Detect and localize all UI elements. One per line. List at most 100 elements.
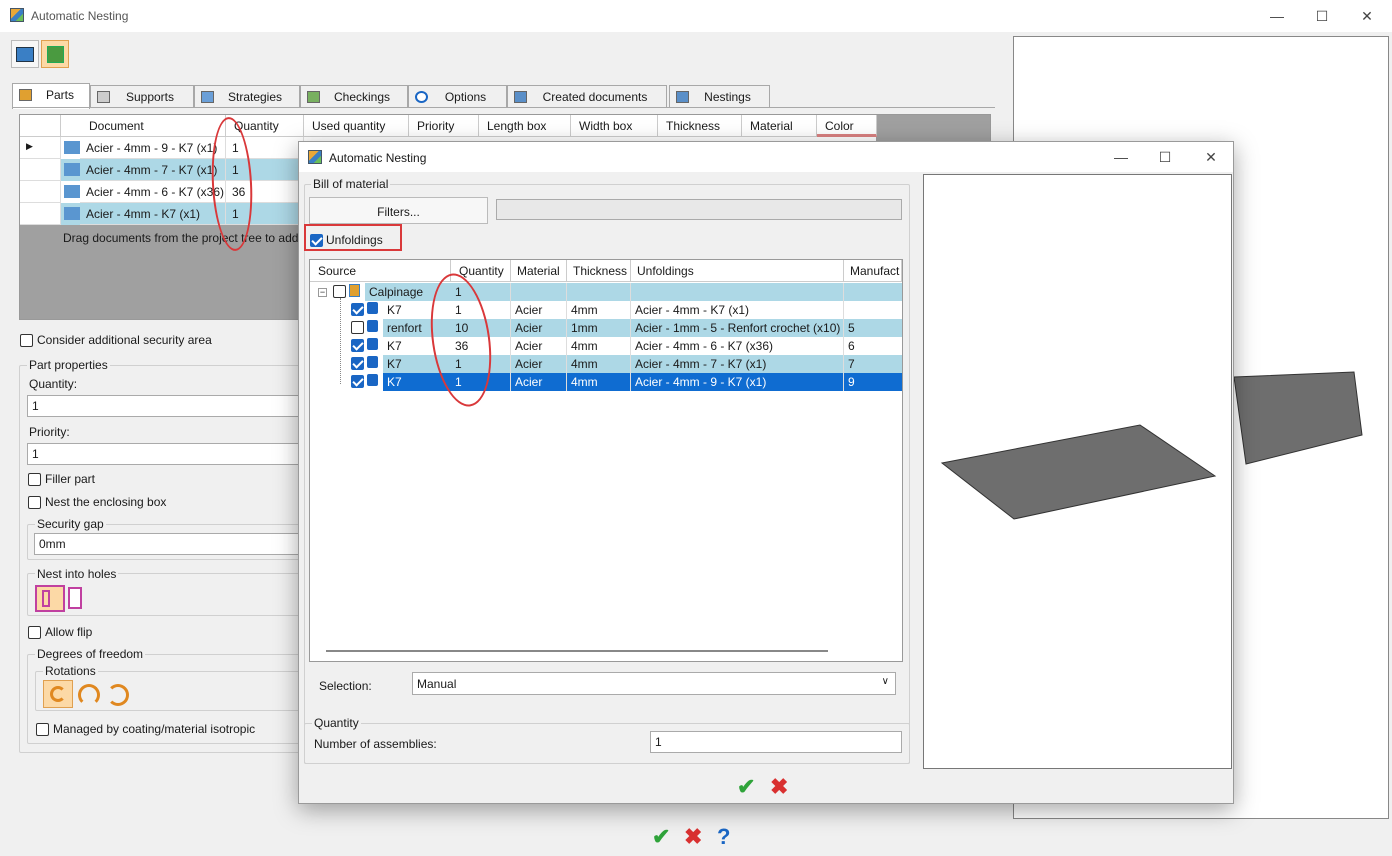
bom-thickness-cell: 4mm [571,303,598,317]
allow-flip-checkbox[interactable] [28,626,41,639]
drag-hint: Drag documents from the project tree to … [63,231,299,245]
bom-material-cell: Acier [515,375,543,389]
refresh-button[interactable] [41,40,69,68]
security-area-checkbox[interactable] [20,334,33,347]
enclosing-box-checkbox[interactable] [28,496,41,509]
nestings-icon [676,91,689,103]
dialog-close-button[interactable]: ✕ [1200,146,1222,168]
isotropic-checkbox[interactable] [36,723,49,736]
bom-col-manufact[interactable]: Manufact [844,260,902,282]
bom-checkbox[interactable] [351,375,364,388]
supports-icon [97,91,110,103]
tab-supports[interactable]: Supports [90,85,194,108]
nest-holes-on-button[interactable] [35,585,65,612]
bom-table[interactable]: Source Quantity Material Thickness Unfol… [309,259,903,662]
bom-unfoldings-cell: Acier - 4mm - 9 - K7 (x1) [635,375,767,389]
rotation-none-button[interactable] [107,684,129,706]
bom-manufact-cell: 6 [848,339,855,353]
tab-parts[interactable]: Parts [12,83,90,109]
horizontal-scrollbar[interactable] [326,650,828,652]
dialog-maximize-button[interactable]: ☐ [1154,146,1176,168]
help-button[interactable]: ? [717,824,730,850]
minimize-button[interactable]: — [1266,5,1288,27]
dialog-ok-button[interactable]: ✔ [737,774,755,800]
part-icon [367,320,378,332]
col-thickness[interactable]: Thickness [658,115,742,137]
security-area-label: Consider additional security area [37,333,212,347]
bom-unfoldings-cell: Acier - 1mm - 5 - Renfort crochet (x10) [635,321,841,335]
filters-button[interactable]: Filters... [309,197,488,224]
tab-supports-label: Supports [125,90,175,104]
dialog-minimize-button[interactable]: — [1110,146,1132,168]
add-parts-button[interactable] [11,40,39,68]
bom-col-unfoldings[interactable]: Unfoldings [631,260,844,282]
rotation-90-button[interactable] [78,684,100,706]
document-cell: Acier - 4mm - K7 (x1) [80,203,226,225]
row-header [20,203,61,225]
add-parts-icon [16,47,34,62]
tab-strategies[interactable]: Strategies [194,85,300,108]
security-gap-field[interactable]: 0mm [34,533,302,555]
bom-title: Bill of material [311,177,391,191]
quantity-group-title: Quantity [312,716,361,730]
tab-created-documents[interactable]: Created documents [507,85,667,108]
col-width-box[interactable]: Width box [571,115,658,137]
col-length-box[interactable]: Length box [479,115,571,137]
assemblies-field[interactable]: 1 [650,731,902,753]
gear-icon [415,91,428,103]
app-icon [10,8,24,22]
document-cell: Acier - 4mm - 7 - K7 (x1) [80,159,226,181]
main-window-title: Automatic Nesting [31,9,129,23]
col-separator [566,283,567,391]
tab-options[interactable]: Options [408,85,507,108]
selection-value: Manual [417,677,457,691]
rotation-free-button[interactable] [43,680,73,708]
dof-title: Degrees of freedom [35,647,146,661]
document-cell: Acier - 4mm - 9 - K7 (x1) [80,137,226,159]
tab-checkings[interactable]: Checkings [300,85,408,108]
unfoldings-checkbox[interactable] [310,234,323,247]
part-icon [64,207,80,220]
chevron-down-icon: ∨ [881,676,889,687]
part-icon [367,356,378,368]
col-document[interactable]: Document [61,115,226,137]
bom-col-thickness[interactable]: Thickness [567,260,631,282]
col-priority[interactable]: Priority [409,115,479,137]
tab-options-label: Options [444,90,487,104]
nest-holes-off-button[interactable] [68,587,82,609]
bom-checkbox[interactable] [351,357,364,370]
part-icon [367,374,378,386]
main-cancel-button[interactable]: ✖ [684,824,702,850]
main-ok-button[interactable]: ✔ [652,824,670,850]
bom-checkbox[interactable] [351,339,364,352]
filler-part-label: Filler part [45,472,96,486]
bom-col-source[interactable]: Source [310,260,451,282]
selection-label: Selection: [319,679,372,693]
bom-checkbox[interactable] [333,285,346,298]
maximize-button[interactable]: ☐ [1311,5,1333,27]
bom-material-cell: Acier [515,303,543,317]
dialog-cancel-button[interactable]: ✖ [770,774,788,800]
bom-checkbox[interactable] [351,321,364,334]
tab-nestings[interactable]: Nestings [669,85,770,108]
col-separator [510,283,511,391]
part-properties-title: Part properties [27,358,110,372]
rotate-icon [50,686,66,702]
bom-manufact-cell: 5 [848,321,855,335]
quantity-label: Quantity: [29,377,78,391]
dialog-titlebar [299,142,1233,172]
parts-icon [19,89,32,101]
priority-field[interactable]: 1 [27,443,302,465]
filler-part-checkbox[interactable] [28,473,41,486]
collapse-icon[interactable]: − [318,288,327,297]
quantity-field[interactable]: 1 [27,395,302,417]
bom-material-cell: Acier [515,357,543,371]
col-color[interactable]: Color [817,115,877,137]
bom-col-material[interactable]: Material [511,260,567,282]
main-titlebar [0,0,1392,32]
bom-checkbox[interactable] [351,303,364,316]
selection-dropdown[interactable]: Manual ∨ [412,672,896,695]
col-used-quantity[interactable]: Used quantity [304,115,409,137]
col-material[interactable]: Material [742,115,817,137]
close-button[interactable]: ✕ [1356,5,1378,27]
